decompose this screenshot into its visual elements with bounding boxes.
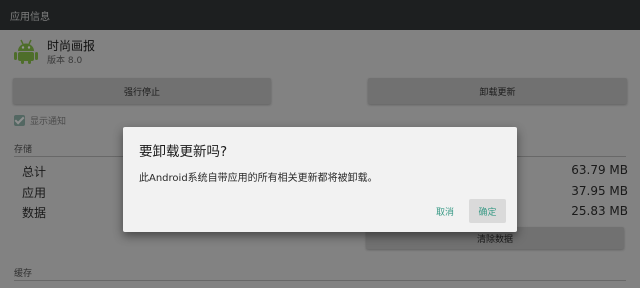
cancel-button[interactable]: 取消 bbox=[427, 199, 463, 223]
app-info-screen: 应用信息 时尚画报 版本 8.0 强行停止 卸载更新 显示通知 存储 总计 63… bbox=[0, 0, 640, 288]
dialog-message: 此Android系统自带应用的所有相关更新都将被卸载。 bbox=[139, 173, 378, 184]
uninstall-updates-dialog: 要卸载更新吗? 此Android系统自带应用的所有相关更新都将被卸载。 取消 确… bbox=[123, 127, 517, 232]
confirm-button[interactable]: 确定 bbox=[469, 199, 506, 223]
dialog-title: 要卸载更新吗? bbox=[139, 144, 228, 160]
